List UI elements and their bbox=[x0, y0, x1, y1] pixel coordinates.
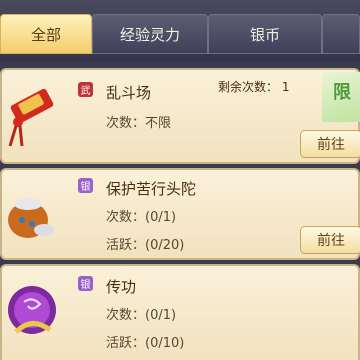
activity-title: 保护苦行头陀 bbox=[106, 180, 197, 198]
go-button[interactable]: 前往 bbox=[300, 130, 360, 158]
activity-times: 次数：(0/1) bbox=[106, 210, 177, 225]
activity-score: 活跃：(0/10) bbox=[106, 336, 185, 351]
tab-bar: 全部 经验灵力 银币 bbox=[0, 0, 360, 62]
weapon-badge-icon: 武 bbox=[78, 82, 93, 97]
activity-title: 传功 bbox=[106, 278, 137, 296]
silver-badge-icon: 银 bbox=[78, 276, 93, 291]
tab-all[interactable]: 全部 bbox=[0, 14, 92, 54]
tab-more[interactable] bbox=[322, 14, 360, 54]
activity-card-transmit: 银 传功 次数：(0/1) 活跃：(0/10) bbox=[0, 264, 360, 360]
treasure-bag-icon bbox=[2, 176, 72, 250]
activity-list: 武 乱斗场 次数：不限 剩余次数： 1 限 前往 银 保护苦行头陀 次数：(0/… bbox=[0, 62, 360, 360]
activity-times: 次数：(0/1) bbox=[106, 308, 177, 323]
remaining-count: 剩余次数： 1 bbox=[218, 80, 290, 94]
go-button[interactable]: 前往 bbox=[300, 226, 360, 254]
activity-card-protect-monk: 银 保护苦行头陀 次数：(0/1) 活跃：(0/20) 前往 bbox=[0, 168, 360, 260]
red-scroll-pouch-icon bbox=[2, 76, 72, 150]
limited-banner: 限 bbox=[322, 72, 360, 122]
activity-times: 次数：不限 bbox=[106, 116, 172, 131]
activity-title: 乱斗场 bbox=[106, 84, 152, 102]
activity-score: 活跃：(0/20) bbox=[106, 238, 185, 253]
purple-orb-icon bbox=[2, 272, 72, 346]
activity-card-brawl: 武 乱斗场 次数：不限 剩余次数： 1 限 前往 bbox=[0, 68, 360, 164]
tab-silver[interactable]: 银币 bbox=[208, 14, 322, 54]
silver-badge-icon: 银 bbox=[78, 178, 93, 193]
tab-exp-spirit[interactable]: 经验灵力 bbox=[92, 14, 208, 54]
